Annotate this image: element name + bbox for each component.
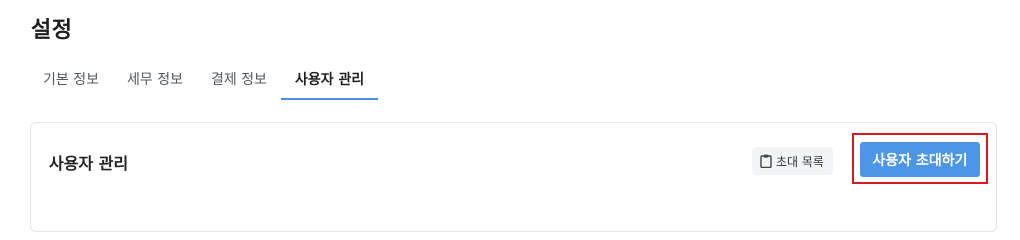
page-title: 설정 [31, 18, 73, 43]
settings-page: 설정 기본 정보 세무 정보 결제 정보 사용자 관리 사용자 관리 초대 목록… [0, 0, 1020, 232]
user-management-card: 사용자 관리 초대 목록 사용자 초대하기 [30, 122, 997, 232]
tab-tax-info[interactable]: 세무 정보 [113, 60, 197, 100]
invite-user-button[interactable]: 사용자 초대하기 [860, 142, 980, 177]
invite-list-label: 초대 목록 [776, 154, 824, 169]
tab-basic-info[interactable]: 기본 정보 [29, 60, 113, 100]
tab-user-management[interactable]: 사용자 관리 [280, 60, 379, 100]
section-title: 사용자 관리 [49, 154, 129, 173]
tab-payment-info[interactable]: 결제 정보 [197, 60, 281, 100]
invite-list-button[interactable]: 초대 목록 [752, 147, 833, 175]
settings-tabs: 기본 정보 세무 정보 결제 정보 사용자 관리 [29, 60, 379, 102]
clipboard-icon [760, 154, 772, 168]
